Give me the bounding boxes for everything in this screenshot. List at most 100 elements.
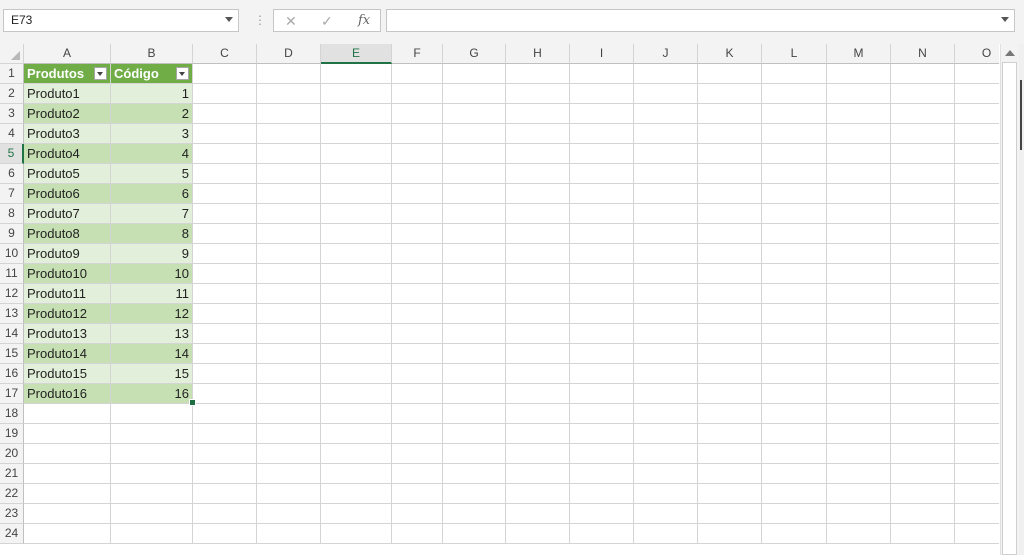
cell-f3[interactable] (392, 104, 443, 124)
cell-m14[interactable] (827, 324, 891, 344)
cell-a23[interactable] (24, 504, 111, 524)
cell-a4[interactable]: Produto3 (24, 124, 111, 144)
cell-e15[interactable] (321, 344, 392, 364)
cell-a8[interactable]: Produto7 (24, 204, 111, 224)
cell-g1[interactable] (443, 64, 506, 84)
cell-l12[interactable] (762, 284, 827, 304)
column-header-l[interactable]: L (762, 44, 827, 64)
cell-o21[interactable] (955, 464, 999, 484)
cell-b18[interactable] (111, 404, 193, 424)
cell-d9[interactable] (257, 224, 321, 244)
cell-j16[interactable] (634, 364, 698, 384)
cell-f20[interactable] (392, 444, 443, 464)
cell-d21[interactable] (257, 464, 321, 484)
cell-m4[interactable] (827, 124, 891, 144)
cell-a14[interactable]: Produto13 (24, 324, 111, 344)
cell-h12[interactable] (506, 284, 570, 304)
cell-f21[interactable] (392, 464, 443, 484)
cell-b19[interactable] (111, 424, 193, 444)
cell-k16[interactable] (698, 364, 762, 384)
cell-b12[interactable]: 11 (111, 284, 193, 304)
cell-i19[interactable] (570, 424, 634, 444)
cell-l24[interactable] (762, 524, 827, 544)
cell-b21[interactable] (111, 464, 193, 484)
cell-f19[interactable] (392, 424, 443, 444)
cell-f8[interactable] (392, 204, 443, 224)
cell-l8[interactable] (762, 204, 827, 224)
cell-o18[interactable] (955, 404, 999, 424)
cell-c11[interactable] (193, 264, 257, 284)
cell-f14[interactable] (392, 324, 443, 344)
cell-k4[interactable] (698, 124, 762, 144)
row-header-19[interactable]: 19 (0, 424, 24, 444)
cell-g6[interactable] (443, 164, 506, 184)
cell-n6[interactable] (891, 164, 955, 184)
spreadsheet-grid[interactable]: A B C D E F G H I J K L M N O 1 Produtos Código 2 Produto1 1… (0, 44, 999, 555)
cell-m23[interactable] (827, 504, 891, 524)
column-header-g[interactable]: G (443, 44, 506, 64)
cell-e18[interactable] (321, 404, 392, 424)
cell-k15[interactable] (698, 344, 762, 364)
cell-h18[interactable] (506, 404, 570, 424)
cell-l14[interactable] (762, 324, 827, 344)
cell-j7[interactable] (634, 184, 698, 204)
cell-k8[interactable] (698, 204, 762, 224)
cell-b15[interactable]: 14 (111, 344, 193, 364)
cell-d1[interactable] (257, 64, 321, 84)
cell-g21[interactable] (443, 464, 506, 484)
cell-n17[interactable] (891, 384, 955, 404)
cell-g14[interactable] (443, 324, 506, 344)
column-header-o[interactable]: O (955, 44, 999, 64)
row-header-13[interactable]: 13 (0, 304, 24, 324)
cell-e23[interactable] (321, 504, 392, 524)
row-header-2[interactable]: 2 (0, 84, 24, 104)
cell-i7[interactable] (570, 184, 634, 204)
cell-h6[interactable] (506, 164, 570, 184)
cell-j21[interactable] (634, 464, 698, 484)
row-header-14[interactable]: 14 (0, 324, 24, 344)
cell-m7[interactable] (827, 184, 891, 204)
cell-o6[interactable] (955, 164, 999, 184)
cell-a9[interactable]: Produto8 (24, 224, 111, 244)
row-header-4[interactable]: 4 (0, 124, 24, 144)
cell-k20[interactable] (698, 444, 762, 464)
cell-k5[interactable] (698, 144, 762, 164)
cell-n12[interactable] (891, 284, 955, 304)
cell-a21[interactable] (24, 464, 111, 484)
cell-a22[interactable] (24, 484, 111, 504)
cell-a3[interactable]: Produto2 (24, 104, 111, 124)
cell-f10[interactable] (392, 244, 443, 264)
column-header-m[interactable]: M (827, 44, 891, 64)
cell-c2[interactable] (193, 84, 257, 104)
cell-j18[interactable] (634, 404, 698, 424)
cell-n9[interactable] (891, 224, 955, 244)
cell-m2[interactable] (827, 84, 891, 104)
cell-c22[interactable] (193, 484, 257, 504)
cell-k19[interactable] (698, 424, 762, 444)
cell-f23[interactable] (392, 504, 443, 524)
cell-m20[interactable] (827, 444, 891, 464)
cell-f17[interactable] (392, 384, 443, 404)
column-header-a[interactable]: A (24, 44, 111, 64)
cell-d6[interactable] (257, 164, 321, 184)
cell-l21[interactable] (762, 464, 827, 484)
cell-d8[interactable] (257, 204, 321, 224)
cell-i21[interactable] (570, 464, 634, 484)
column-header-j[interactable]: J (634, 44, 698, 64)
cell-b6[interactable]: 5 (111, 164, 193, 184)
cell-h2[interactable] (506, 84, 570, 104)
cell-h9[interactable] (506, 224, 570, 244)
cell-b7[interactable]: 6 (111, 184, 193, 204)
cell-g24[interactable] (443, 524, 506, 544)
cell-l20[interactable] (762, 444, 827, 464)
column-header-f[interactable]: F (392, 44, 443, 64)
cell-d16[interactable] (257, 364, 321, 384)
cell-j19[interactable] (634, 424, 698, 444)
cell-a11[interactable]: Produto10 (24, 264, 111, 284)
cell-f18[interactable] (392, 404, 443, 424)
cell-l7[interactable] (762, 184, 827, 204)
vertical-scrollbar[interactable] (1000, 44, 1019, 555)
cell-g18[interactable] (443, 404, 506, 424)
cell-i24[interactable] (570, 524, 634, 544)
cell-j9[interactable] (634, 224, 698, 244)
